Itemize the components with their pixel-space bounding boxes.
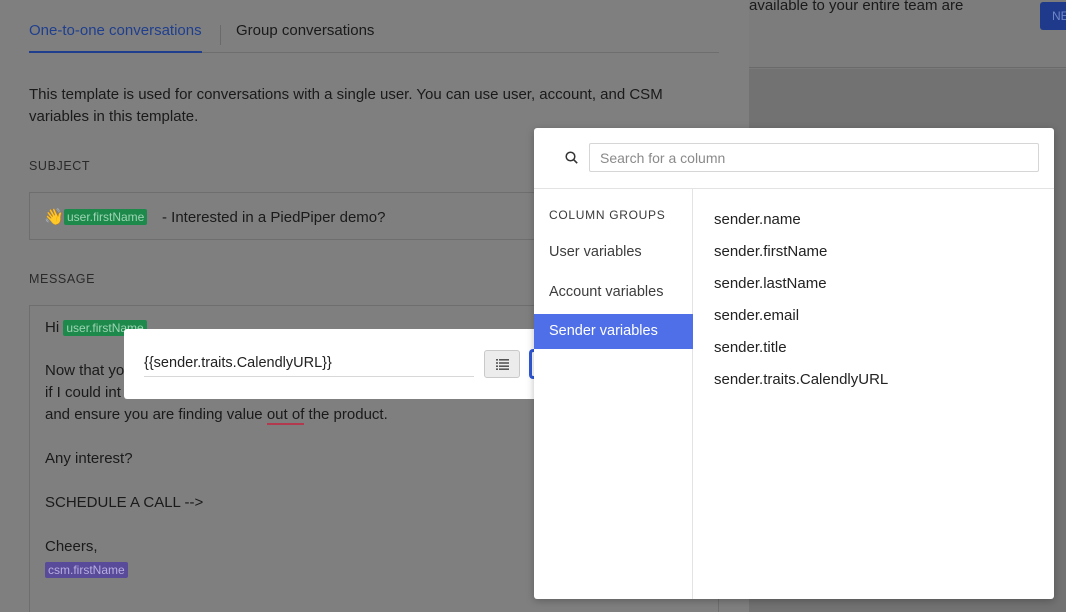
message-text: the product. bbox=[304, 406, 388, 423]
message-line: Any interest? bbox=[45, 450, 133, 467]
column-groups: COLUMN GROUPS User variables Account var… bbox=[534, 189, 693, 599]
tab-group[interactable]: Group conversations bbox=[236, 22, 374, 53]
picker-header bbox=[534, 128, 1054, 189]
greeting-text: Hi bbox=[45, 319, 60, 336]
background-header: available to your entire team are NE bbox=[749, 0, 1066, 68]
subject-text: - Interested in a PiedPiper demo? bbox=[162, 209, 386, 226]
column-groups-title: COLUMN GROUPS bbox=[549, 208, 666, 222]
column-item[interactable]: sender.traits.CalendlyURL bbox=[714, 371, 888, 388]
column-item[interactable]: sender.firstName bbox=[714, 243, 827, 260]
column-item[interactable]: sender.email bbox=[714, 307, 799, 324]
subject-field[interactable]: 👋 user.firstName - Interested in a PiedP… bbox=[29, 192, 549, 240]
subject-label: SUBJECT bbox=[29, 159, 91, 173]
search-icon bbox=[565, 151, 578, 164]
tab-divider bbox=[220, 25, 221, 45]
column-item[interactable]: sender.name bbox=[714, 211, 801, 228]
variable-list-button[interactable] bbox=[484, 350, 520, 378]
spellcheck-word: out of bbox=[266, 406, 305, 425]
template-description: This template is used for conversations … bbox=[29, 86, 663, 125]
wave-emoji: 👋 bbox=[44, 209, 64, 226]
message-signature-line: csm.firstName bbox=[45, 561, 128, 578]
column-search-input[interactable] bbox=[589, 143, 1039, 172]
message-signoff: Cheers, bbox=[45, 538, 98, 555]
message-line: if I could int bbox=[45, 384, 121, 401]
conversation-tabs: One-to-one conversations Group conversat… bbox=[29, 18, 719, 53]
column-picker: COLUMN GROUPS User variables Account var… bbox=[534, 128, 1054, 599]
column-item[interactable]: sender.lastName bbox=[714, 275, 827, 292]
message-cta: SCHEDULE A CALL --> bbox=[45, 494, 204, 511]
column-item[interactable]: sender.title bbox=[714, 339, 787, 356]
user-firstname-tag[interactable]: user.firstName bbox=[64, 209, 148, 225]
message-label: MESSAGE bbox=[29, 272, 96, 286]
link-url-popup: {{sender.traits.CalendlyURL}} bbox=[124, 329, 541, 399]
link-url-input[interactable]: {{sender.traits.CalendlyURL}} bbox=[144, 351, 474, 377]
new-button[interactable]: NE bbox=[1040, 2, 1066, 30]
csm-firstname-tag[interactable]: csm.firstName bbox=[45, 562, 128, 578]
message-line: and ensure you are finding value out of … bbox=[45, 406, 388, 425]
group-account-variables[interactable]: Account variables bbox=[534, 275, 693, 310]
background-text: available to your entire team are bbox=[749, 0, 964, 14]
message-line: Now that yo bbox=[45, 362, 125, 379]
group-user-variables[interactable]: User variables bbox=[534, 235, 693, 270]
group-sender-variables[interactable]: Sender variables bbox=[534, 314, 693, 349]
tab-one-to-one[interactable]: One-to-one conversations bbox=[29, 22, 202, 53]
list-icon bbox=[496, 359, 509, 370]
message-text: and ensure you are finding value bbox=[45, 406, 267, 423]
